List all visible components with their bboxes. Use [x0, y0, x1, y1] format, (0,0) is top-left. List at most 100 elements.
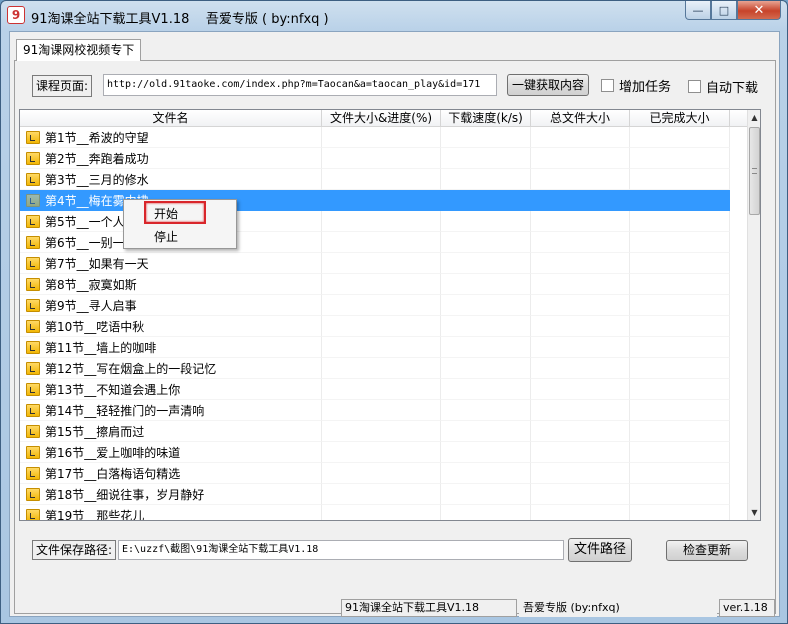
- row-filename-cell: 第14节__轻轻推门的一声清响: [20, 400, 322, 421]
- download-list[interactable]: 文件名 文件大小&进度(%) 下载速度(k/s) 总文件大小 已完成大小 第1节…: [19, 109, 761, 521]
- row-cell: [630, 316, 730, 337]
- row-filename-cell: 第8节__寂寞如斯: [20, 274, 322, 295]
- add-task-checkbox-box[interactable]: [601, 79, 614, 92]
- context-menu-start[interactable]: 开始: [154, 205, 178, 222]
- row-cell: [322, 295, 441, 316]
- file-icon: [26, 256, 40, 270]
- table-row[interactable]: 第18节__细说往事，岁月静好: [20, 484, 748, 505]
- row-filename-cell: 第15节__擦肩而过: [20, 421, 322, 442]
- table-row[interactable]: 第14节__轻轻推门的一声清响: [20, 400, 748, 421]
- row-filename-cell: 第3节__三月的修水: [20, 169, 322, 190]
- title-bar[interactable]: 9 91淘课全站下载工具V1.18 吾爱专版 ( by:nfxq ) — □ ✕: [1, 1, 787, 31]
- column-header-size-progress[interactable]: 文件大小&进度(%): [322, 110, 441, 127]
- row-cell: [322, 400, 441, 421]
- status-app-name: 91淘课全站下载工具V1.18: [341, 599, 517, 617]
- tab-91taoke[interactable]: 91淘课网校视频专下: [16, 39, 142, 61]
- row-cell: [531, 169, 630, 190]
- table-row[interactable]: 第19节__那些花儿: [20, 505, 748, 521]
- column-header-completed-size[interactable]: 已完成大小: [630, 110, 730, 127]
- auto-download-checkbox-box[interactable]: [688, 80, 701, 93]
- table-row[interactable]: 第17节__白落梅语句精选: [20, 463, 748, 484]
- row-filename: 第16节__爱上咖啡的味道: [45, 445, 181, 460]
- row-filename: 第17节__白落梅语句精选: [45, 466, 181, 481]
- table-row[interactable]: 第3节__三月的修水: [20, 169, 748, 190]
- row-cell: [531, 421, 630, 442]
- minimize-button[interactable]: —: [685, 1, 711, 20]
- column-header-filename[interactable]: 文件名: [20, 110, 322, 127]
- maximize-button[interactable]: □: [711, 1, 737, 20]
- row-cell: [441, 232, 531, 253]
- table-row[interactable]: 第16节__爱上咖啡的味道: [20, 442, 748, 463]
- row-cell: [441, 127, 531, 148]
- row-filename: 第15节__擦肩而过: [45, 424, 145, 439]
- auto-download-checkbox[interactable]: 自动下载: [688, 77, 758, 96]
- row-filename-cell: 第7节__如果有一天: [20, 253, 322, 274]
- row-cell: [441, 190, 531, 211]
- file-icon: [26, 214, 40, 228]
- row-cell: [531, 253, 630, 274]
- row-filename: 第1节__希波的守望: [45, 130, 149, 145]
- row-cell: [441, 148, 531, 169]
- row-filename-cell: 第11节__墙上的咖啡: [20, 337, 322, 358]
- row-cell: [441, 463, 531, 484]
- row-cell: [531, 190, 630, 211]
- row-cell: [630, 190, 730, 211]
- row-cell: [531, 463, 630, 484]
- row-filename: 第7节__如果有一天: [45, 256, 149, 271]
- row-filename: 第2节__奔跑着成功: [45, 151, 149, 166]
- table-row[interactable]: 第8节__寂寞如斯: [20, 274, 748, 295]
- vertical-scrollbar[interactable]: ▲ ▼: [747, 110, 760, 520]
- row-filename: 第19节__那些花儿: [45, 508, 145, 521]
- file-icon: [26, 130, 40, 144]
- row-filename: 第13节__不知道会遇上你: [45, 382, 181, 397]
- add-task-checkbox[interactable]: 增加任务: [601, 76, 671, 95]
- row-cell: [322, 169, 441, 190]
- row-cell: [630, 148, 730, 169]
- row-filename: 第18节__细说往事，岁月静好: [45, 487, 205, 502]
- file-icon: [26, 466, 40, 480]
- row-cell: [441, 316, 531, 337]
- row-cell: [531, 484, 630, 505]
- file-icon: [26, 235, 40, 249]
- row-filename: 第3节__三月的修水: [45, 172, 149, 187]
- table-row[interactable]: 第9节__寻人启事: [20, 295, 748, 316]
- row-filename-cell: 第18节__细说往事，岁月静好: [20, 484, 322, 505]
- close-button[interactable]: ✕: [737, 1, 781, 20]
- table-row[interactable]: 第13节__不知道会遇上你: [20, 379, 748, 400]
- row-cell: [630, 358, 730, 379]
- row-cell: [531, 358, 630, 379]
- scroll-up-icon[interactable]: ▲: [748, 111, 760, 124]
- status-version: ver.1.18: [719, 599, 775, 617]
- save-path-input[interactable]: E:\uzzf\截图\91淘课全站下载工具V1.18: [118, 540, 564, 560]
- table-row[interactable]: 第12节__写在烟盒上的一段记忆: [20, 358, 748, 379]
- auto-download-label: 自动下载: [706, 81, 759, 96]
- table-row[interactable]: 第10节__呓语中秋: [20, 316, 748, 337]
- column-header-total-size[interactable]: 总文件大小: [531, 110, 630, 127]
- file-icon: [26, 298, 40, 312]
- row-cell: [630, 442, 730, 463]
- status-edition: 吾爱专版 (by:nfxq): [519, 599, 717, 617]
- row-cell: [630, 253, 730, 274]
- scroll-thumb[interactable]: [749, 127, 760, 215]
- row-cell: [441, 484, 531, 505]
- fetch-content-button[interactable]: 一键获取内容: [507, 74, 589, 96]
- table-row[interactable]: 第1节__希波的守望: [20, 127, 748, 148]
- course-url-input[interactable]: http://old.91taoke.com/index.php?m=Taoca…: [103, 74, 497, 96]
- column-header-speed[interactable]: 下载速度(k/s): [441, 110, 531, 127]
- file-path-button[interactable]: 文件路径: [568, 538, 632, 562]
- context-menu-stop[interactable]: 停止: [154, 228, 178, 245]
- row-cell: [441, 421, 531, 442]
- scroll-down-icon[interactable]: ▼: [748, 506, 760, 519]
- row-filename-cell: 第12节__写在烟盒上的一段记忆: [20, 358, 322, 379]
- check-update-button[interactable]: 检查更新: [666, 540, 748, 561]
- table-row[interactable]: 第11节__墙上的咖啡: [20, 337, 748, 358]
- row-filename-cell: 第17节__白落梅语句精选: [20, 463, 322, 484]
- row-cell: [630, 232, 730, 253]
- table-row[interactable]: 第7节__如果有一天: [20, 253, 748, 274]
- row-cell: [322, 421, 441, 442]
- row-cell: [322, 442, 441, 463]
- table-row[interactable]: 第2节__奔跑着成功: [20, 148, 748, 169]
- caption-buttons: — □ ✕: [685, 1, 781, 21]
- table-row[interactable]: 第15节__擦肩而过: [20, 421, 748, 442]
- row-cell: [531, 505, 630, 520]
